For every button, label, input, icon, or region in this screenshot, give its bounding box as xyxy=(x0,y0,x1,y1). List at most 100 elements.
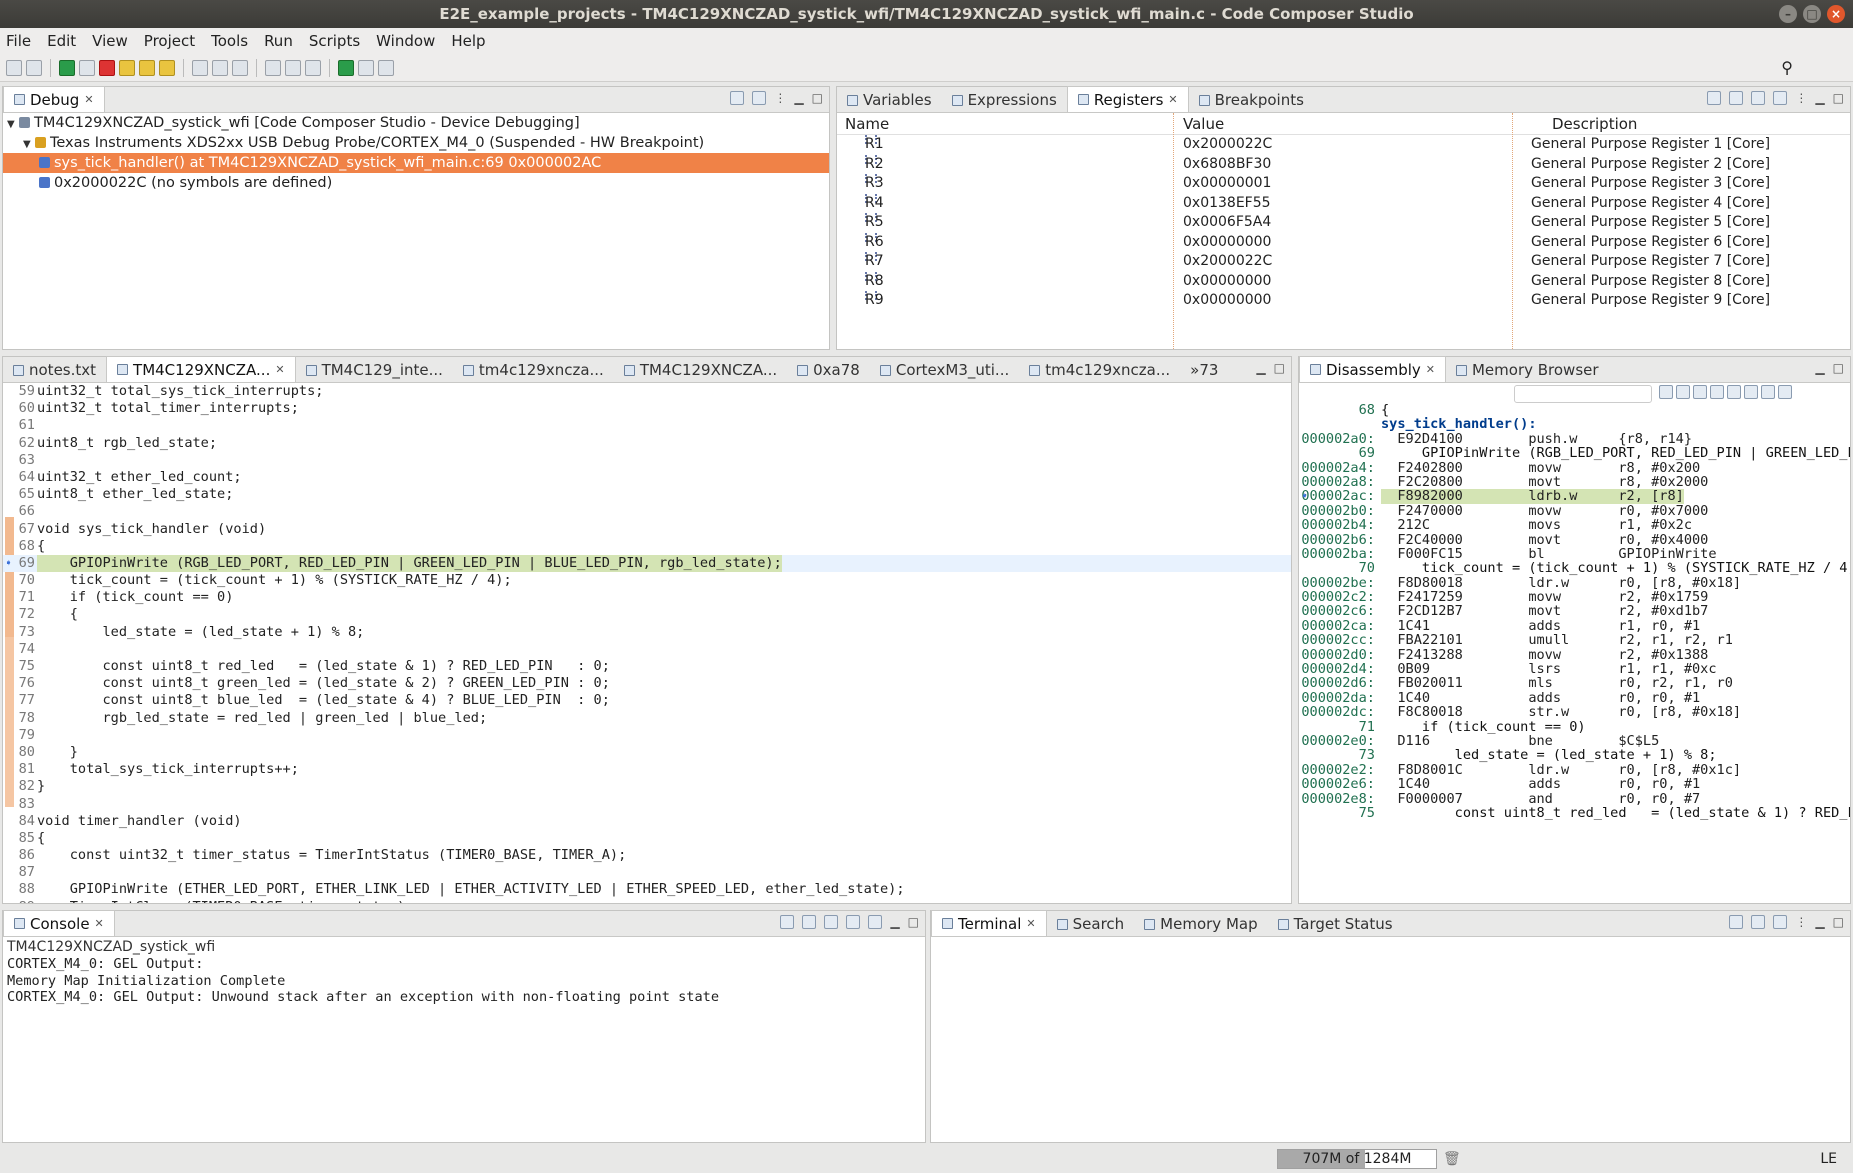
maximize-icon[interactable]: □ xyxy=(812,91,823,105)
memory-icon[interactable] xyxy=(212,59,228,76)
refresh-icon[interactable] xyxy=(1729,91,1744,105)
pin-icon[interactable] xyxy=(1778,385,1792,399)
editor-tabs-overflow[interactable]: »73 xyxy=(1180,358,1228,382)
step-over-icon[interactable] xyxy=(139,59,155,76)
editor-tab[interactable]: TM4C129XNCZA... ✕ xyxy=(106,356,296,382)
expand-arrow-icon[interactable]: ▼ xyxy=(23,135,35,155)
tab-debug[interactable]: Debug ✕ xyxy=(3,86,105,112)
disassembly-listing[interactable]: 68{sys_tick_handler(): 000002a0: E92D4100… xyxy=(1299,403,1850,903)
tab-target-status[interactable]: Target Status xyxy=(1268,912,1403,936)
menu-edit[interactable]: Edit xyxy=(47,32,76,50)
close-icon[interactable]: ✕ xyxy=(95,911,104,937)
close-icon[interactable]: ✕ xyxy=(1026,911,1035,937)
suspend-icon[interactable] xyxy=(79,59,95,76)
refresh-icon[interactable] xyxy=(1744,385,1758,399)
view-menu-icon[interactable]: ⋮ xyxy=(774,91,786,105)
close-icon[interactable]: ✕ xyxy=(1168,87,1177,113)
debug-tree-item[interactable]: 0x2000022C (no symbols are defined) xyxy=(3,173,829,193)
debug-icon[interactable] xyxy=(285,59,301,76)
save-icon[interactable] xyxy=(26,59,42,76)
column-value[interactable]: Value xyxy=(1183,115,1224,133)
terminate-icon[interactable] xyxy=(99,59,115,76)
minimize-icon[interactable]: ▁ xyxy=(1815,361,1824,375)
menu-view[interactable]: View xyxy=(92,32,128,50)
minimize-icon[interactable]: ▁ xyxy=(1815,915,1824,929)
display-console-icon[interactable] xyxy=(846,915,861,929)
debug-tree-item[interactable]: ▼ Texas Instruments XDS2xx USB Debug Prob… xyxy=(3,133,829,153)
scroll-lock-icon[interactable] xyxy=(1773,915,1788,929)
new-icon[interactable] xyxy=(6,59,22,76)
register-value[interactable]: 0x2000022C xyxy=(1183,135,1272,155)
console-output[interactable]: TM4C129XNCZAD_systick_wfi CORTEX_M4_0: G… xyxy=(3,937,925,1142)
maximize-icon[interactable]: □ xyxy=(1803,5,1821,23)
menu-window[interactable]: Window xyxy=(376,32,435,50)
register-value[interactable]: 0x6808BF30 xyxy=(1183,155,1271,175)
layout-icon[interactable] xyxy=(1707,91,1722,105)
link-icon[interactable] xyxy=(1676,385,1690,399)
maximize-icon[interactable]: □ xyxy=(1833,915,1844,929)
maximize-icon[interactable]: □ xyxy=(1833,91,1844,105)
minimize-icon[interactable]: ▁ xyxy=(890,915,899,929)
register-value[interactable]: 0x00000001 xyxy=(1183,174,1271,194)
scroll-lock-icon[interactable] xyxy=(802,915,817,929)
tab-variables[interactable]: Variables xyxy=(837,88,942,112)
export-icon[interactable] xyxy=(1773,91,1788,105)
maximize-icon[interactable]: □ xyxy=(1833,361,1844,375)
view-menu-icon[interactable]: ⋮ xyxy=(1795,915,1807,929)
run-icon[interactable] xyxy=(338,59,354,76)
register-value[interactable]: 0x00000000 xyxy=(1183,291,1271,311)
resume-icon[interactable] xyxy=(59,59,75,76)
register-value[interactable]: 0x0138EF55 xyxy=(1183,194,1271,214)
go-icon[interactable] xyxy=(1659,385,1673,399)
editor-tab[interactable]: CortexM3_uti... xyxy=(870,358,1019,382)
debug-tree-item[interactable]: ▼ TM4C129XNCZAD_systick_wfi [Code Compose… xyxy=(3,113,829,133)
disconnect-icon[interactable] xyxy=(1751,915,1766,929)
minimize-icon[interactable]: ▁ xyxy=(794,91,803,105)
new-console-icon[interactable] xyxy=(868,915,883,929)
column-description[interactable]: Description xyxy=(1552,115,1637,133)
build-icon[interactable] xyxy=(265,59,281,76)
back-icon[interactable] xyxy=(358,59,374,76)
tab-console[interactable]: Console ✕ xyxy=(3,910,115,936)
editor-tab[interactable]: tm4c129xncza... xyxy=(453,358,614,382)
close-icon[interactable]: × xyxy=(1827,5,1845,23)
trash-icon[interactable]: 🗑 xyxy=(1443,1151,1461,1167)
menu-scripts[interactable]: Scripts xyxy=(309,32,360,50)
tab-breakpoints[interactable]: Breakpoints xyxy=(1189,88,1314,112)
open-terminal-icon[interactable] xyxy=(1729,915,1744,929)
register-value[interactable]: 0x0006F5A4 xyxy=(1183,213,1271,233)
register-value[interactable]: 0x00000000 xyxy=(1183,272,1271,292)
minimize-icon[interactable]: ▁ xyxy=(1815,91,1824,105)
menu-run[interactable]: Run xyxy=(264,32,293,50)
tab-expressions[interactable]: Expressions xyxy=(942,88,1067,112)
editor-tab[interactable]: notes.txt xyxy=(3,358,106,382)
minimize-icon[interactable]: ▁ xyxy=(1256,361,1265,375)
debug-tree-item[interactable]: sys_tick_handler() at TM4C129XNCZAD_syst… xyxy=(3,153,829,173)
heap-status[interactable]: 707M of 1284M xyxy=(1277,1149,1437,1169)
register-value[interactable]: 0x2000022C xyxy=(1183,252,1272,272)
flash-icon[interactable] xyxy=(232,59,248,76)
menu-tools[interactable]: Tools xyxy=(211,32,248,50)
minimize-icon[interactable]: – xyxy=(1779,5,1797,23)
register-row[interactable]: R8 0x00000000 General Purpose Register 8 [… xyxy=(837,271,1850,292)
tab-disassembly[interactable]: Disassembly ✕ xyxy=(1299,356,1446,382)
home-icon[interactable] xyxy=(1693,385,1707,399)
maximize-icon[interactable]: □ xyxy=(908,915,919,929)
remove-icon[interactable] xyxy=(752,91,767,105)
step-return-icon[interactable] xyxy=(159,59,175,76)
menu-project[interactable]: Project xyxy=(144,32,195,50)
tab-registers[interactable]: Registers ✕ xyxy=(1066,86,1189,113)
editor-tab[interactable]: TM4C129_inte... xyxy=(296,358,453,382)
forward-icon[interactable] xyxy=(378,59,394,76)
menu-file[interactable]: File xyxy=(6,32,31,50)
source-icon[interactable] xyxy=(1710,385,1724,399)
close-icon[interactable]: ✕ xyxy=(275,357,284,383)
register-row[interactable]: R2 0x6808BF30 General Purpose Register 2 [… xyxy=(837,154,1850,175)
tab-memory-map[interactable]: Memory Map xyxy=(1134,912,1267,936)
code-editor[interactable]: 59 uint32_t total_sys_tick_interrupts; 60 u… xyxy=(3,383,1291,903)
pin-icon[interactable] xyxy=(824,915,839,929)
register-row[interactable]: R4 0x0138EF55 General Purpose Register 4 [… xyxy=(837,193,1850,214)
clear-console-icon[interactable] xyxy=(780,915,795,929)
register-row[interactable]: R5 0x0006F5A4 General Purpose Register 5 [… xyxy=(837,213,1850,233)
register-row[interactable]: R7 0x2000022C General Purpose Register 7 [… xyxy=(837,252,1850,272)
